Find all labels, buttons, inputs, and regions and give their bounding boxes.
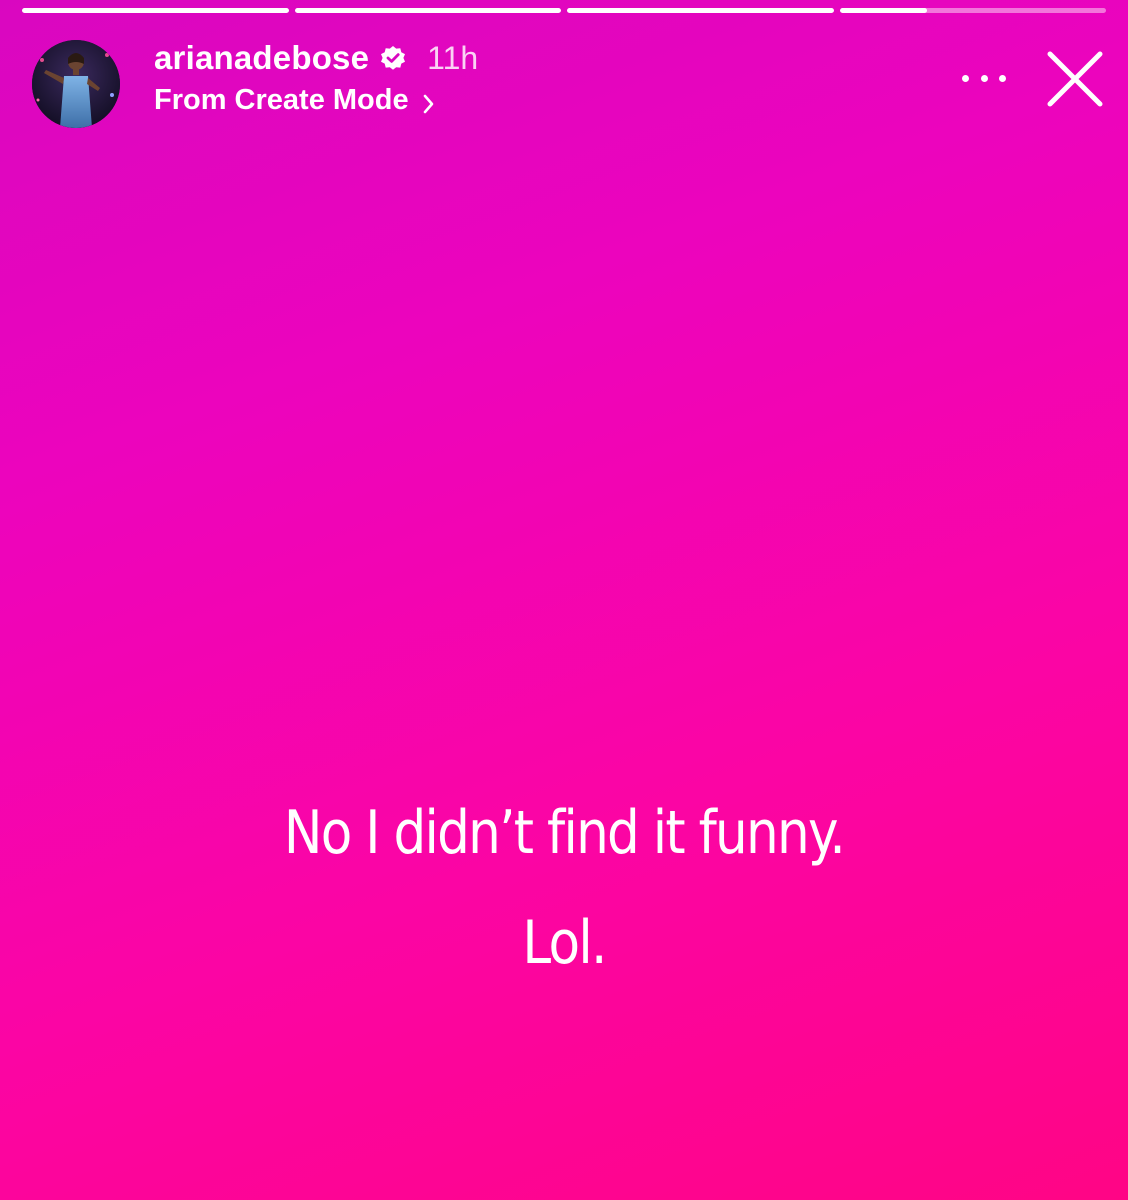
story-text-line-2: Lol. bbox=[522, 908, 607, 978]
chevron-right-icon bbox=[421, 90, 437, 113]
username[interactable]: arianadebose bbox=[154, 39, 369, 77]
create-mode-label: From Create Mode bbox=[154, 84, 409, 116]
verified-badge-icon bbox=[379, 44, 407, 72]
story-text: No I didn’t find it funny. Lol. bbox=[79, 778, 1049, 998]
post-time: 11h bbox=[427, 39, 479, 76]
more-horizontal-icon bbox=[962, 74, 969, 82]
more-dot bbox=[999, 74, 1006, 82]
story-viewer[interactable]: arianadebose 11h From Create Mode No I d… bbox=[0, 0, 1128, 1200]
story-progress-bar bbox=[22, 8, 1106, 14]
name-row: arianadebose 11h bbox=[154, 38, 478, 78]
story-text-line-1: No I didn’t find it funny. bbox=[283, 798, 846, 868]
create-mode-link[interactable]: From Create Mode bbox=[154, 84, 478, 117]
progress-segment bbox=[294, 8, 561, 13]
user-info: arianadebose 11h From Create Mode bbox=[154, 38, 478, 117]
more-options-button[interactable] bbox=[962, 66, 1006, 90]
avatar[interactable] bbox=[32, 40, 120, 128]
story-header: arianadebose 11h From Create Mode bbox=[32, 38, 1108, 128]
close-button[interactable] bbox=[1046, 50, 1104, 108]
progress-segment bbox=[567, 8, 834, 13]
close-icon bbox=[1047, 51, 1103, 107]
progress-segment bbox=[22, 8, 289, 13]
more-dot bbox=[980, 74, 988, 82]
progress-segment-current bbox=[839, 8, 1106, 13]
